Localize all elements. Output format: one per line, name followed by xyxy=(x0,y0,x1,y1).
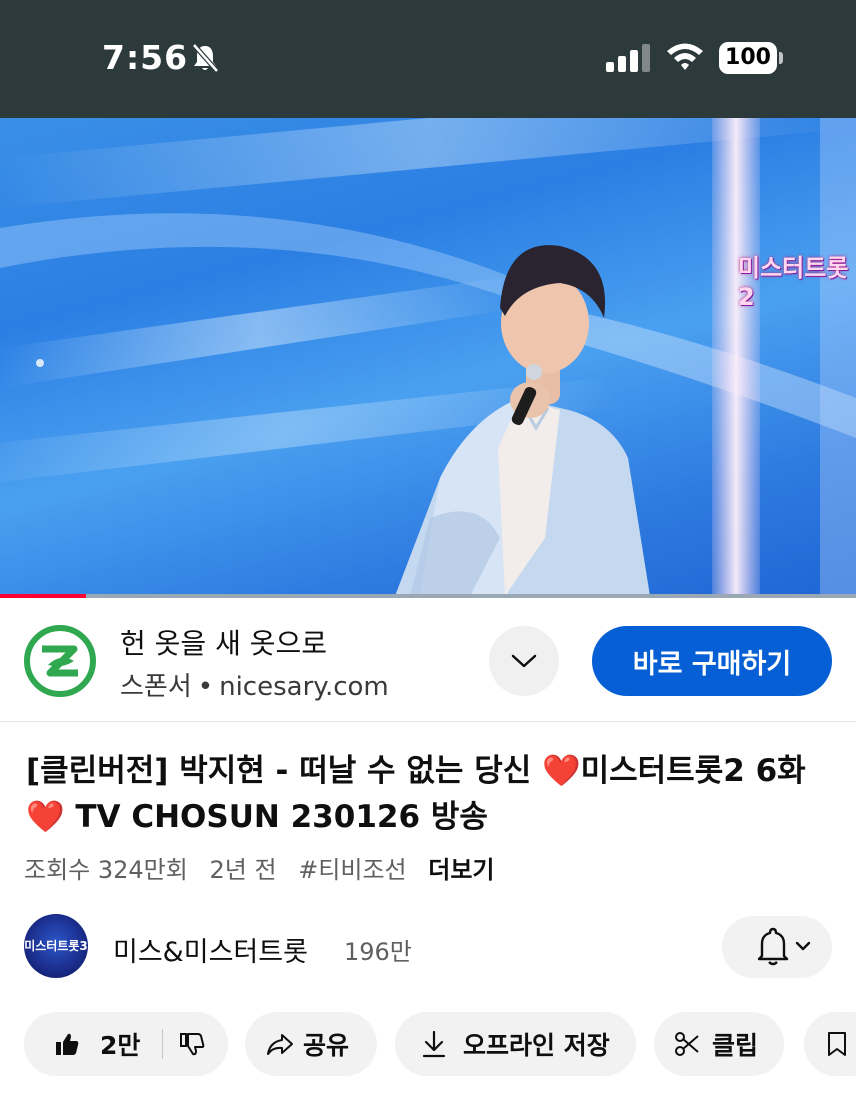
view-count: 조회수 324만회 xyxy=(24,856,188,884)
bookmark-icon xyxy=(828,1032,846,1056)
thumbs-down-icon[interactable] xyxy=(179,1031,205,1057)
broadcast-logo-sub xyxy=(756,284,840,292)
like-count[interactable]: 2만 xyxy=(100,1026,140,1062)
status-time: 7:56 xyxy=(102,38,189,77)
bell-icon xyxy=(757,927,811,966)
scissors-icon xyxy=(675,1032,699,1056)
chevron-down-icon xyxy=(511,654,537,668)
bell-muted-icon xyxy=(192,43,219,73)
hashtag-link[interactable]: #티비조선 xyxy=(298,856,406,884)
advertiser-logo-icon[interactable] xyxy=(24,625,96,697)
download-icon xyxy=(422,1030,446,1058)
share-label: 공유 xyxy=(303,1031,350,1060)
status-bar: 7:56 100 xyxy=(0,0,856,118)
share-arrow-icon xyxy=(267,1034,293,1055)
video-player[interactable]: 미스터트롯2 xyxy=(0,118,856,596)
ad-title[interactable]: 헌 옷을 새 옷으로 xyxy=(120,622,327,662)
wifi-icon xyxy=(667,43,703,70)
upload-age: 2년 전 xyxy=(209,856,277,884)
ad-domain[interactable]: nicesary.com xyxy=(219,672,389,702)
save-to-playlist-button[interactable] xyxy=(804,1012,856,1076)
clip-label: 클립 xyxy=(712,1031,759,1060)
clip-button[interactable]: 클립 xyxy=(654,1012,784,1076)
offline-save-label: 오프라인 저장 xyxy=(463,1031,610,1060)
battery-nub xyxy=(779,52,783,64)
more-link[interactable]: 더보기 xyxy=(428,856,494,884)
video-title[interactable]: [클린버전] 박지현 - 떠날 수 없는 당신 ❤️미스터트롯2 6화❤️ TV… xyxy=(26,748,836,840)
ad-subtitle: 스폰서 • nicesary.com xyxy=(120,666,389,703)
share-button[interactable]: 공유 xyxy=(245,1012,377,1076)
cellular-signal-icon xyxy=(606,44,650,72)
offline-save-button[interactable]: 오프라인 저장 xyxy=(395,1012,636,1076)
separator-dot: • xyxy=(197,672,214,702)
like-dislike-group: 2만 xyxy=(24,1012,228,1076)
subscriber-count: 196만 xyxy=(344,938,412,966)
ad-buy-now-button[interactable]: 바로 구매하기 xyxy=(592,626,832,696)
channel-name[interactable]: 미스&미스터트롯 xyxy=(113,930,308,969)
like-divider xyxy=(162,1029,164,1059)
channel-avatar[interactable]: 미스터트롯3 xyxy=(24,914,88,978)
video-metadata[interactable]: 조회수 324만회 2년 전 #티비조선 더보기 xyxy=(24,850,509,885)
sponsor-label: 스폰서 xyxy=(120,672,192,702)
ad-expand-button[interactable] xyxy=(489,626,559,696)
battery-indicator: 100 xyxy=(719,42,777,74)
thumbs-up-icon[interactable] xyxy=(54,1031,80,1057)
video-frame xyxy=(0,118,856,596)
notification-settings-button[interactable] xyxy=(722,916,832,978)
